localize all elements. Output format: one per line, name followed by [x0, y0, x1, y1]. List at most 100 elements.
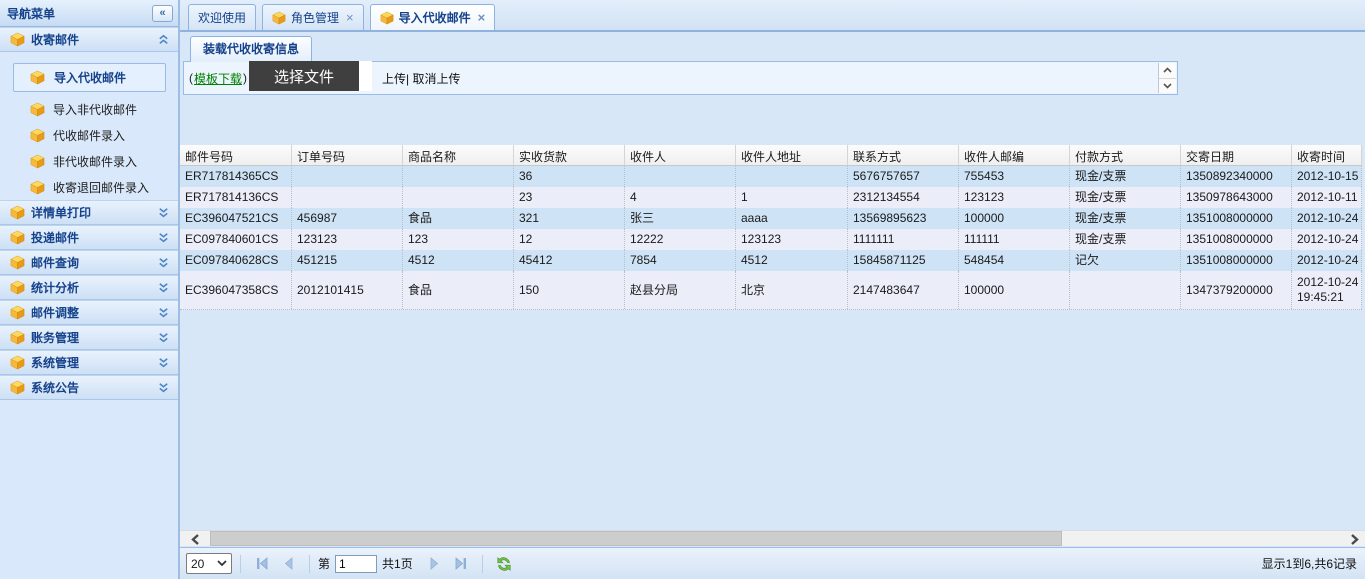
column-header[interactable]: 订单号码 — [292, 145, 403, 166]
tab-close-icon[interactable]: × — [478, 10, 486, 25]
sidebar-section-8[interactable]: 系统公告 — [0, 375, 178, 400]
package-icon — [10, 32, 25, 47]
column-header[interactable]: 收件人 — [625, 145, 736, 166]
chevron-double-down-icon — [157, 331, 170, 344]
column-header[interactable]: 收件人地址 — [736, 145, 848, 166]
upload-link[interactable]: 上传 — [382, 72, 406, 86]
sidebar-item[interactable]: 导入非代收邮件 — [0, 96, 178, 122]
table-row[interactable]: EC396047521CS456987食品321张三aaaa1356989562… — [180, 208, 1362, 229]
spin-up-button[interactable] — [1159, 63, 1176, 78]
table-row[interactable]: EC097840628CS451215451245412785445121584… — [180, 250, 1362, 271]
column-header[interactable]: 收件人邮编 — [959, 145, 1070, 166]
table-cell: 2312134554 — [848, 187, 959, 208]
sidebar-section-7[interactable]: 系统管理 — [0, 350, 178, 375]
sidebar-item[interactable]: 非代收邮件录入 — [0, 148, 178, 174]
column-header[interactable]: 实收货款 — [514, 145, 625, 166]
chevron-double-down-icon — [157, 356, 170, 369]
spin-down-button[interactable] — [1159, 78, 1176, 94]
choose-file-button[interactable]: 选择文件 — [249, 61, 359, 91]
table-cell: EC097840601CS — [180, 229, 292, 250]
sidebar-item-label: 收寄退回邮件录入 — [53, 179, 149, 196]
column-header[interactable]: 交寄日期 — [1181, 145, 1292, 166]
page-size-select[interactable]: 20 — [186, 553, 232, 574]
file-input-field[interactable] — [359, 61, 372, 91]
load-info-button[interactable]: 装载代收收寄信息 — [190, 36, 312, 63]
sidebar-section-1[interactable]: 详情单打印 — [0, 200, 178, 225]
table-cell: 张三 — [625, 208, 736, 229]
table-cell: 1 — [736, 187, 848, 208]
first-page-button[interactable] — [252, 554, 272, 574]
upload-links: 上传| 取消上传 — [382, 70, 461, 87]
table-row[interactable]: ER717814136CS23412312134554123123现金/支票13… — [180, 187, 1362, 208]
package-icon — [272, 11, 286, 25]
column-header[interactable]: 邮件号码 — [180, 145, 292, 166]
sidebar-item[interactable]: 收寄退回邮件录入 — [0, 174, 178, 200]
chevron-down-icon — [217, 560, 227, 567]
sidebar-sections: 收寄邮件 导入代收邮件 导入非代收邮件 代收邮件录入 非代收邮件录入 收寄退回邮… — [0, 27, 178, 400]
package-icon — [30, 70, 45, 85]
column-header[interactable]: 付款方式 — [1070, 145, 1181, 166]
table-cell: 赵县分局 — [625, 271, 736, 309]
table-cell: 456987 — [292, 208, 403, 229]
table-cell: 1350892340000 — [1181, 166, 1292, 187]
cancel-upload-link[interactable]: 取消上传 — [413, 72, 461, 86]
table-cell: 1351008000000 — [1181, 250, 1292, 271]
sidebar-item-label: 代收邮件录入 — [53, 127, 125, 144]
column-header[interactable]: 收寄时间 — [1292, 145, 1362, 166]
sidebar-section-3[interactable]: 邮件查询 — [0, 250, 178, 275]
table-row[interactable]: ER717814365CS365676757657755453现金/支票1350… — [180, 166, 1362, 187]
scrollbar-thumb[interactable] — [210, 531, 1062, 546]
pagination-bar: 20 第 共1页 — [180, 547, 1365, 579]
sidebar-section-5[interactable]: 邮件调整 — [0, 300, 178, 325]
table-cell — [292, 187, 403, 208]
spinner-control — [1158, 63, 1176, 93]
package-icon — [10, 280, 25, 295]
table-cell: 食品 — [403, 208, 514, 229]
package-icon — [30, 128, 45, 143]
sidebar-item[interactable]: 代收邮件录入 — [0, 122, 178, 148]
table-cell: 1350978643000 — [1181, 187, 1292, 208]
column-header[interactable]: 联系方式 — [848, 145, 959, 166]
column-header[interactable]: 商品名称 — [403, 145, 514, 166]
sidebar-section-0[interactable]: 收寄邮件 — [0, 27, 178, 52]
table-header-row: 邮件号码订单号码商品名称实收货款收件人收件人地址联系方式收件人邮编付款方式交寄日… — [180, 145, 1362, 166]
next-page-button[interactable] — [425, 554, 445, 574]
tab-1[interactable]: 角色管理 × — [262, 4, 364, 30]
table-row[interactable]: EC396047358CS2012101415食品150赵县分局北京214748… — [180, 271, 1362, 310]
sidebar-item-label: 导入非代收邮件 — [53, 101, 137, 118]
sidebar-collapse-button[interactable]: « — [152, 5, 173, 22]
table-cell: 150 — [514, 271, 625, 309]
package-icon — [30, 180, 45, 195]
table-cell: 2012-10-15 — [1292, 166, 1362, 187]
table-cell: 现金/支票 — [1070, 229, 1181, 250]
template-download-link[interactable]: 模板下载 — [194, 70, 242, 87]
tab-strip: 欢迎使用 角色管理 × 导入代收邮件 × — [180, 0, 1365, 32]
table-cell: 548454 — [959, 250, 1070, 271]
scroll-right-button[interactable] — [1345, 531, 1363, 547]
last-page-button[interactable] — [451, 554, 471, 574]
table-cell: 451215 — [292, 250, 403, 271]
table-cell: 2012-10-24 — [1292, 229, 1362, 250]
horizontal-scrollbar[interactable] — [180, 530, 1365, 546]
prev-page-button[interactable] — [278, 554, 298, 574]
page-number-input[interactable] — [335, 555, 377, 573]
main-area: 欢迎使用 角色管理 × 导入代收邮件 × 装载代收收寄信息 ( 模板下载 ) 选… — [180, 0, 1365, 579]
section-label: 系统公告 — [31, 379, 79, 396]
tab-close-icon[interactable]: × — [346, 10, 354, 25]
sidebar: 导航菜单 « 收寄邮件 导入代收邮件 导入非代收邮件 代收邮件录入 非代收邮件录… — [0, 0, 180, 579]
tab-0[interactable]: 欢迎使用 — [188, 4, 256, 30]
chevron-double-down-icon — [157, 206, 170, 219]
sidebar-section-4[interactable]: 统计分析 — [0, 275, 178, 300]
content-area: 装载代收收寄信息 ( 模板下载 ) 选择文件 上传| 取消上传 — [180, 32, 1365, 579]
table-cell: ER717814136CS — [180, 187, 292, 208]
sidebar-section-2[interactable]: 投递邮件 — [0, 225, 178, 250]
sidebar-section-6[interactable]: 账务管理 — [0, 325, 178, 350]
package-icon — [10, 255, 25, 270]
table-row[interactable]: EC097840601CS123123123121222212312311111… — [180, 229, 1362, 250]
scroll-left-button[interactable] — [186, 531, 204, 547]
tab-2[interactable]: 导入代收邮件 × — [370, 4, 496, 30]
refresh-button[interactable] — [494, 554, 514, 574]
table-cell: 5676757657 — [848, 166, 959, 187]
sidebar-item[interactable]: 导入代收邮件 — [13, 63, 166, 92]
table-cell: EC396047521CS — [180, 208, 292, 229]
